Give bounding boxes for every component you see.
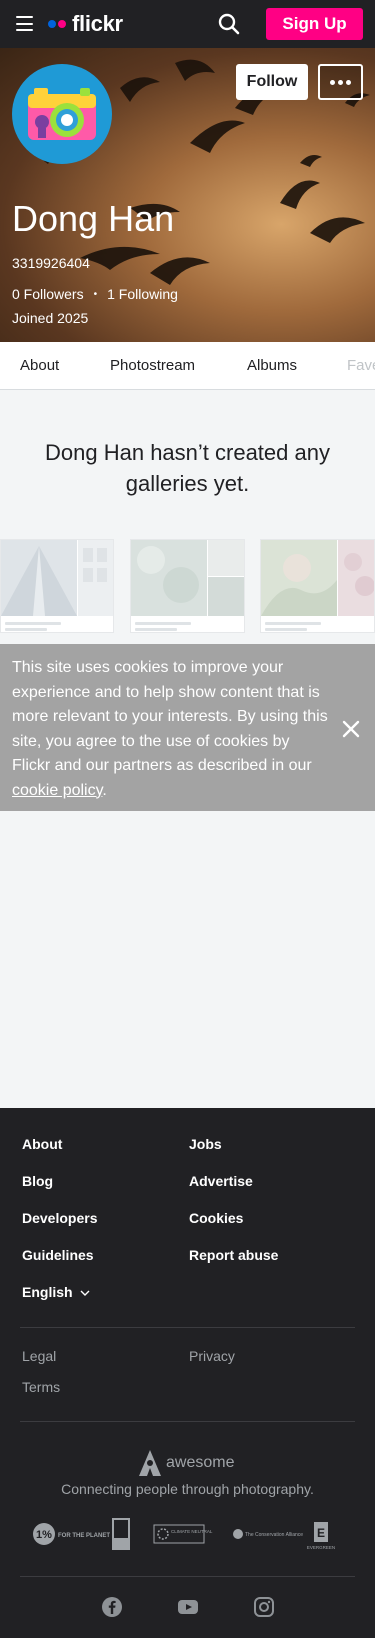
placeholder-line [265, 628, 307, 631]
conservation-alliance-badge-icon [233, 1529, 243, 1539]
menu-icon[interactable] [16, 16, 33, 31]
awesome-logo-text: awesome [166, 1454, 235, 1471]
youtube-icon[interactable] [177, 1596, 199, 1618]
climate-neutral-badge-icon [153, 1524, 205, 1544]
followers-link[interactable]: 0 Followers [12, 286, 84, 302]
dot-icon [346, 79, 351, 85]
placeholder-line [5, 628, 47, 631]
profile-stats: 0 Followers • 1 Following [12, 286, 178, 302]
footer-divider [20, 1576, 355, 1577]
gallery-placeholder [130, 539, 245, 633]
logo-pink-dot [58, 20, 66, 28]
footer-link-blog[interactable]: Blog [22, 1173, 53, 1189]
chevron-down-icon [80, 1290, 90, 1296]
flickr-logo[interactable]: flickr [48, 11, 123, 37]
instagram-icon[interactable] [253, 1596, 275, 1618]
footer [0, 1108, 375, 1638]
avatar[interactable] [12, 64, 112, 164]
logo-text: flickr [72, 11, 123, 36]
footer-link-terms[interactable]: Terms [22, 1379, 60, 1395]
great-place-to-work-badge-icon [112, 1518, 130, 1550]
dot-icon [330, 79, 335, 85]
top-nav: flickr Sign Up [0, 0, 375, 48]
follow-button[interactable]: Follow [236, 64, 308, 100]
svg-text:E: E [317, 1526, 325, 1540]
cookie-message: This site uses cookies to improve your e… [12, 656, 332, 803]
placeholder-image [261, 540, 374, 616]
dot-icon [338, 79, 343, 85]
cookie-text: This site uses cookies to improve your e… [12, 659, 328, 774]
badge-1pct-text: FOR THE PLANET [58, 1533, 110, 1539]
evergreen-badge-icon: E [314, 1522, 328, 1542]
placeholder-image [131, 540, 244, 616]
footer-link-legal[interactable]: Legal [22, 1348, 56, 1364]
footer-tagline: Connecting people through photography. [61, 1481, 314, 1497]
tab-photostream[interactable]: Photostream [110, 357, 195, 374]
cookie-policy-link[interactable]: cookie policy [12, 782, 102, 799]
search-icon[interactable] [218, 13, 240, 35]
sign-up-button[interactable]: Sign Up [266, 8, 363, 40]
footer-link-about[interactable]: About [22, 1136, 62, 1152]
footer-link-developers[interactable]: Developers [22, 1210, 97, 1226]
footer-link-jobs[interactable]: Jobs [189, 1136, 222, 1152]
footer-divider [20, 1327, 355, 1328]
camera-avatar-icon [28, 88, 96, 140]
footer-link-guidelines[interactable]: Guidelines [22, 1247, 94, 1263]
footer-divider [20, 1421, 355, 1422]
profile-cover: Follow Dong Han 3319926404 0 Followers •… [0, 48, 375, 342]
placeholder-line [135, 622, 191, 625]
cookie-period: . [102, 781, 107, 799]
partner-badges: 1% FOR THE PLANET CLIMATE NEUTRAL The Co… [33, 1518, 335, 1550]
gallery-placeholder [260, 539, 375, 633]
tab-about[interactable]: About [20, 357, 59, 374]
profile-name: Dong Han [12, 198, 175, 239]
logo-blue-dot [48, 20, 56, 28]
close-icon[interactable] [340, 718, 362, 740]
tab-albums[interactable]: Albums [247, 357, 297, 374]
language-selector[interactable]: English [22, 1284, 90, 1300]
placeholder-line [265, 622, 321, 625]
awesome-logo: awesome [138, 1449, 234, 1477]
profile-user-id: 3319926404 [12, 255, 90, 271]
facebook-icon[interactable] [101, 1596, 123, 1618]
more-options-button[interactable] [318, 64, 363, 100]
placeholder-line [135, 628, 177, 631]
badge-climate-neutral-text: CLIMATE NEUTRAL [171, 1529, 213, 1534]
placeholder-line [5, 622, 61, 625]
footer-link-report-abuse[interactable]: Report abuse [189, 1247, 278, 1263]
following-link[interactable]: 1 Following [107, 286, 178, 302]
footer-link-cookies[interactable]: Cookies [189, 1210, 243, 1226]
gallery-placeholder [0, 539, 114, 633]
language-label: English [22, 1284, 73, 1300]
svg-text:1%: 1% [36, 1529, 52, 1541]
awesome-logo-icon [139, 1450, 161, 1476]
badge-conservation-text: The Conservation Alliance [245, 1532, 303, 1538]
cookie-banner: This site uses cookies to improve your e… [0, 644, 375, 811]
profile-joined: Joined 2025 [12, 310, 89, 326]
tab-faves[interactable]: Faves [347, 357, 375, 374]
badge-evergreen-text: EVERGREEN [307, 1545, 335, 1550]
footer-link-advertise[interactable]: Advertise [189, 1173, 253, 1189]
profile-tabs: About Photostream Albums Faves [0, 342, 375, 390]
empty-galleries-message: Dong Han hasn’t created any galleries ye… [45, 440, 330, 496]
footer-link-privacy[interactable]: Privacy [189, 1348, 235, 1364]
placeholder-image [1, 540, 113, 616]
one-percent-planet-badge-icon: 1% [33, 1523, 55, 1545]
stats-separator: • [93, 288, 98, 300]
